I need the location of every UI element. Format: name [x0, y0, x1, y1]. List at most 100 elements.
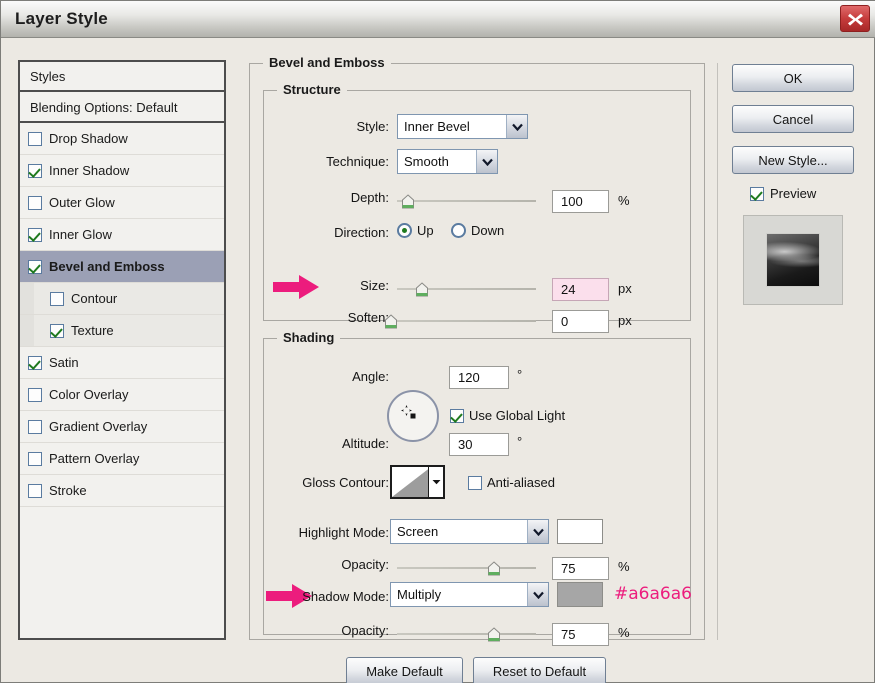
preview-panel: [743, 215, 843, 305]
size-label: Size:: [360, 278, 389, 293]
shadow-opacity-field[interactable]: 75: [552, 623, 609, 646]
title-bar: Layer Style: [1, 1, 875, 38]
slider-track: [397, 633, 536, 635]
shadow-opacity-slider[interactable]: [397, 626, 536, 642]
highlight-color-swatch[interactable]: [557, 519, 603, 544]
slider-thumb[interactable]: [385, 314, 398, 329]
highlight-mode-label: Highlight Mode:: [298, 525, 389, 540]
sidebar-item-color-overlay[interactable]: Color Overlay: [20, 379, 224, 411]
checkbox-texture[interactable]: [50, 323, 64, 338]
sidebar-item-contour[interactable]: Contour: [20, 283, 224, 315]
checkbox-drop-shadow[interactable]: [28, 131, 42, 146]
highlight-opacity-field[interactable]: 75: [552, 557, 609, 580]
altitude-unit: °: [517, 434, 523, 449]
sidebar-item-pattern-overlay[interactable]: Pattern Overlay: [20, 443, 224, 475]
sidebar-item-label: Stroke: [49, 483, 87, 498]
depth-unit: %: [618, 193, 630, 208]
radio-up[interactable]: [397, 223, 412, 238]
use-global-light-label: Use Global Light: [469, 408, 566, 423]
soften-slider[interactable]: [385, 313, 536, 329]
checkbox-pattern-overlay[interactable]: [28, 451, 42, 466]
slider-thumb[interactable]: [416, 282, 429, 297]
checkbox-use-global-light[interactable]: [450, 408, 464, 423]
anti-aliased-label: Anti-aliased: [487, 475, 555, 490]
depth-field[interactable]: 100: [552, 190, 609, 213]
make-default-button[interactable]: Make Default: [346, 657, 463, 683]
sidebar-item-inner-shadow[interactable]: Inner Shadow: [20, 155, 224, 187]
checkbox-anti-aliased[interactable]: [468, 475, 482, 490]
size-field[interactable]: 24: [552, 278, 609, 301]
radio-down[interactable]: [451, 223, 466, 238]
styles-list-panel: Styles Blending Options: Default Drop Sh…: [18, 60, 226, 640]
soften-field[interactable]: 0: [552, 310, 609, 333]
sidebar-item-satin[interactable]: Satin: [20, 347, 224, 379]
sidebar-item-label: Texture: [71, 323, 114, 338]
close-icon[interactable]: [840, 5, 870, 32]
checkbox-preview[interactable]: [750, 186, 764, 201]
checkbox-contour[interactable]: [50, 291, 64, 306]
chevron-down-icon: [527, 583, 548, 606]
depth-slider[interactable]: [397, 193, 536, 209]
sidebar-item-drop-shadow[interactable]: Drop Shadow: [20, 123, 224, 155]
style-dropdown[interactable]: Inner Bevel: [397, 114, 528, 139]
gloss-contour-picker[interactable]: [390, 465, 445, 499]
checkbox-stroke[interactable]: [28, 483, 42, 498]
sidebar-item-gradient-overlay[interactable]: Gradient Overlay: [20, 411, 224, 443]
slider-thumb[interactable]: [488, 561, 501, 576]
checkbox-satin[interactable]: [28, 355, 42, 370]
chevron-down-icon[interactable]: [428, 467, 443, 497]
highlight-opacity-unit: %: [618, 559, 630, 574]
slider-thumb[interactable]: [488, 627, 501, 642]
sidebar-item-bevel-and-emboss[interactable]: Bevel and Emboss: [20, 251, 224, 283]
direction-up-radio[interactable]: Up: [397, 223, 434, 238]
preview-checkbox[interactable]: Preview: [750, 186, 816, 201]
angle-label: Angle:: [352, 369, 389, 384]
sidebar-item-stroke[interactable]: Stroke: [20, 475, 224, 507]
shadow-color-swatch[interactable]: [557, 582, 603, 607]
chevron-down-icon: [527, 520, 548, 543]
slider-track: [391, 320, 536, 322]
angle-field[interactable]: 120: [449, 366, 509, 389]
shadow-mode-value: Multiply: [397, 587, 442, 602]
altitude-field[interactable]: 30: [449, 433, 509, 456]
sidebar-item-label: Outer Glow: [49, 195, 115, 210]
blending-options-item[interactable]: Blending Options: Default: [20, 92, 224, 123]
highlight-opacity-slider[interactable]: [397, 560, 536, 576]
slider-thumb[interactable]: [402, 194, 415, 209]
checkbox-gradient-overlay[interactable]: [28, 419, 42, 434]
direction-label: Direction:: [334, 225, 389, 240]
ok-button[interactable]: OK: [732, 64, 854, 92]
sidebar-item-inner-glow[interactable]: Inner Glow: [20, 219, 224, 251]
soften-unit: px: [618, 313, 632, 328]
size-slider[interactable]: [397, 281, 536, 297]
checkbox-inner-glow[interactable]: [28, 227, 42, 242]
reset-to-default-button[interactable]: Reset to Default: [473, 657, 606, 683]
highlight-mode-dropdown[interactable]: Screen: [390, 519, 549, 544]
sidebar-item-label: Inner Glow: [49, 227, 112, 242]
sidebar-item-label: Pattern Overlay: [49, 451, 140, 466]
chevron-down-icon: [506, 115, 527, 138]
panel-divider: [717, 63, 718, 640]
sidebar-item-label: Contour: [71, 291, 118, 306]
technique-dropdown[interactable]: Smooth: [397, 149, 498, 174]
shadow-mode-dropdown[interactable]: Multiply: [390, 582, 549, 607]
direction-up-label: Up: [417, 223, 434, 238]
angle-dial[interactable]: [387, 390, 439, 442]
checkbox-bevel-and-emboss[interactable]: [28, 259, 42, 274]
style-dropdown-value: Inner Bevel: [404, 119, 470, 134]
checkbox-outer-glow[interactable]: [28, 195, 42, 210]
new-style-button[interactable]: New Style...: [732, 146, 854, 174]
sidebar-item-outer-glow[interactable]: Outer Glow: [20, 187, 224, 219]
sidebar-item-label: Bevel and Emboss: [49, 259, 165, 274]
soften-label: Soften:: [347, 310, 389, 325]
cancel-button[interactable]: Cancel: [732, 105, 854, 133]
checkbox-inner-shadow[interactable]: [28, 163, 42, 178]
chevron-down-icon: [476, 150, 497, 173]
direction-down-radio[interactable]: Down: [451, 223, 504, 238]
sidebar-item-label: Inner Shadow: [49, 163, 130, 178]
checkbox-color-overlay[interactable]: [28, 387, 42, 402]
use-global-light-checkbox[interactable]: Use Global Light: [450, 408, 565, 423]
anti-aliased-checkbox[interactable]: Anti-aliased: [468, 475, 555, 490]
sidebar-item-texture[interactable]: Texture: [20, 315, 224, 347]
gloss-contour-preview: [392, 467, 428, 497]
